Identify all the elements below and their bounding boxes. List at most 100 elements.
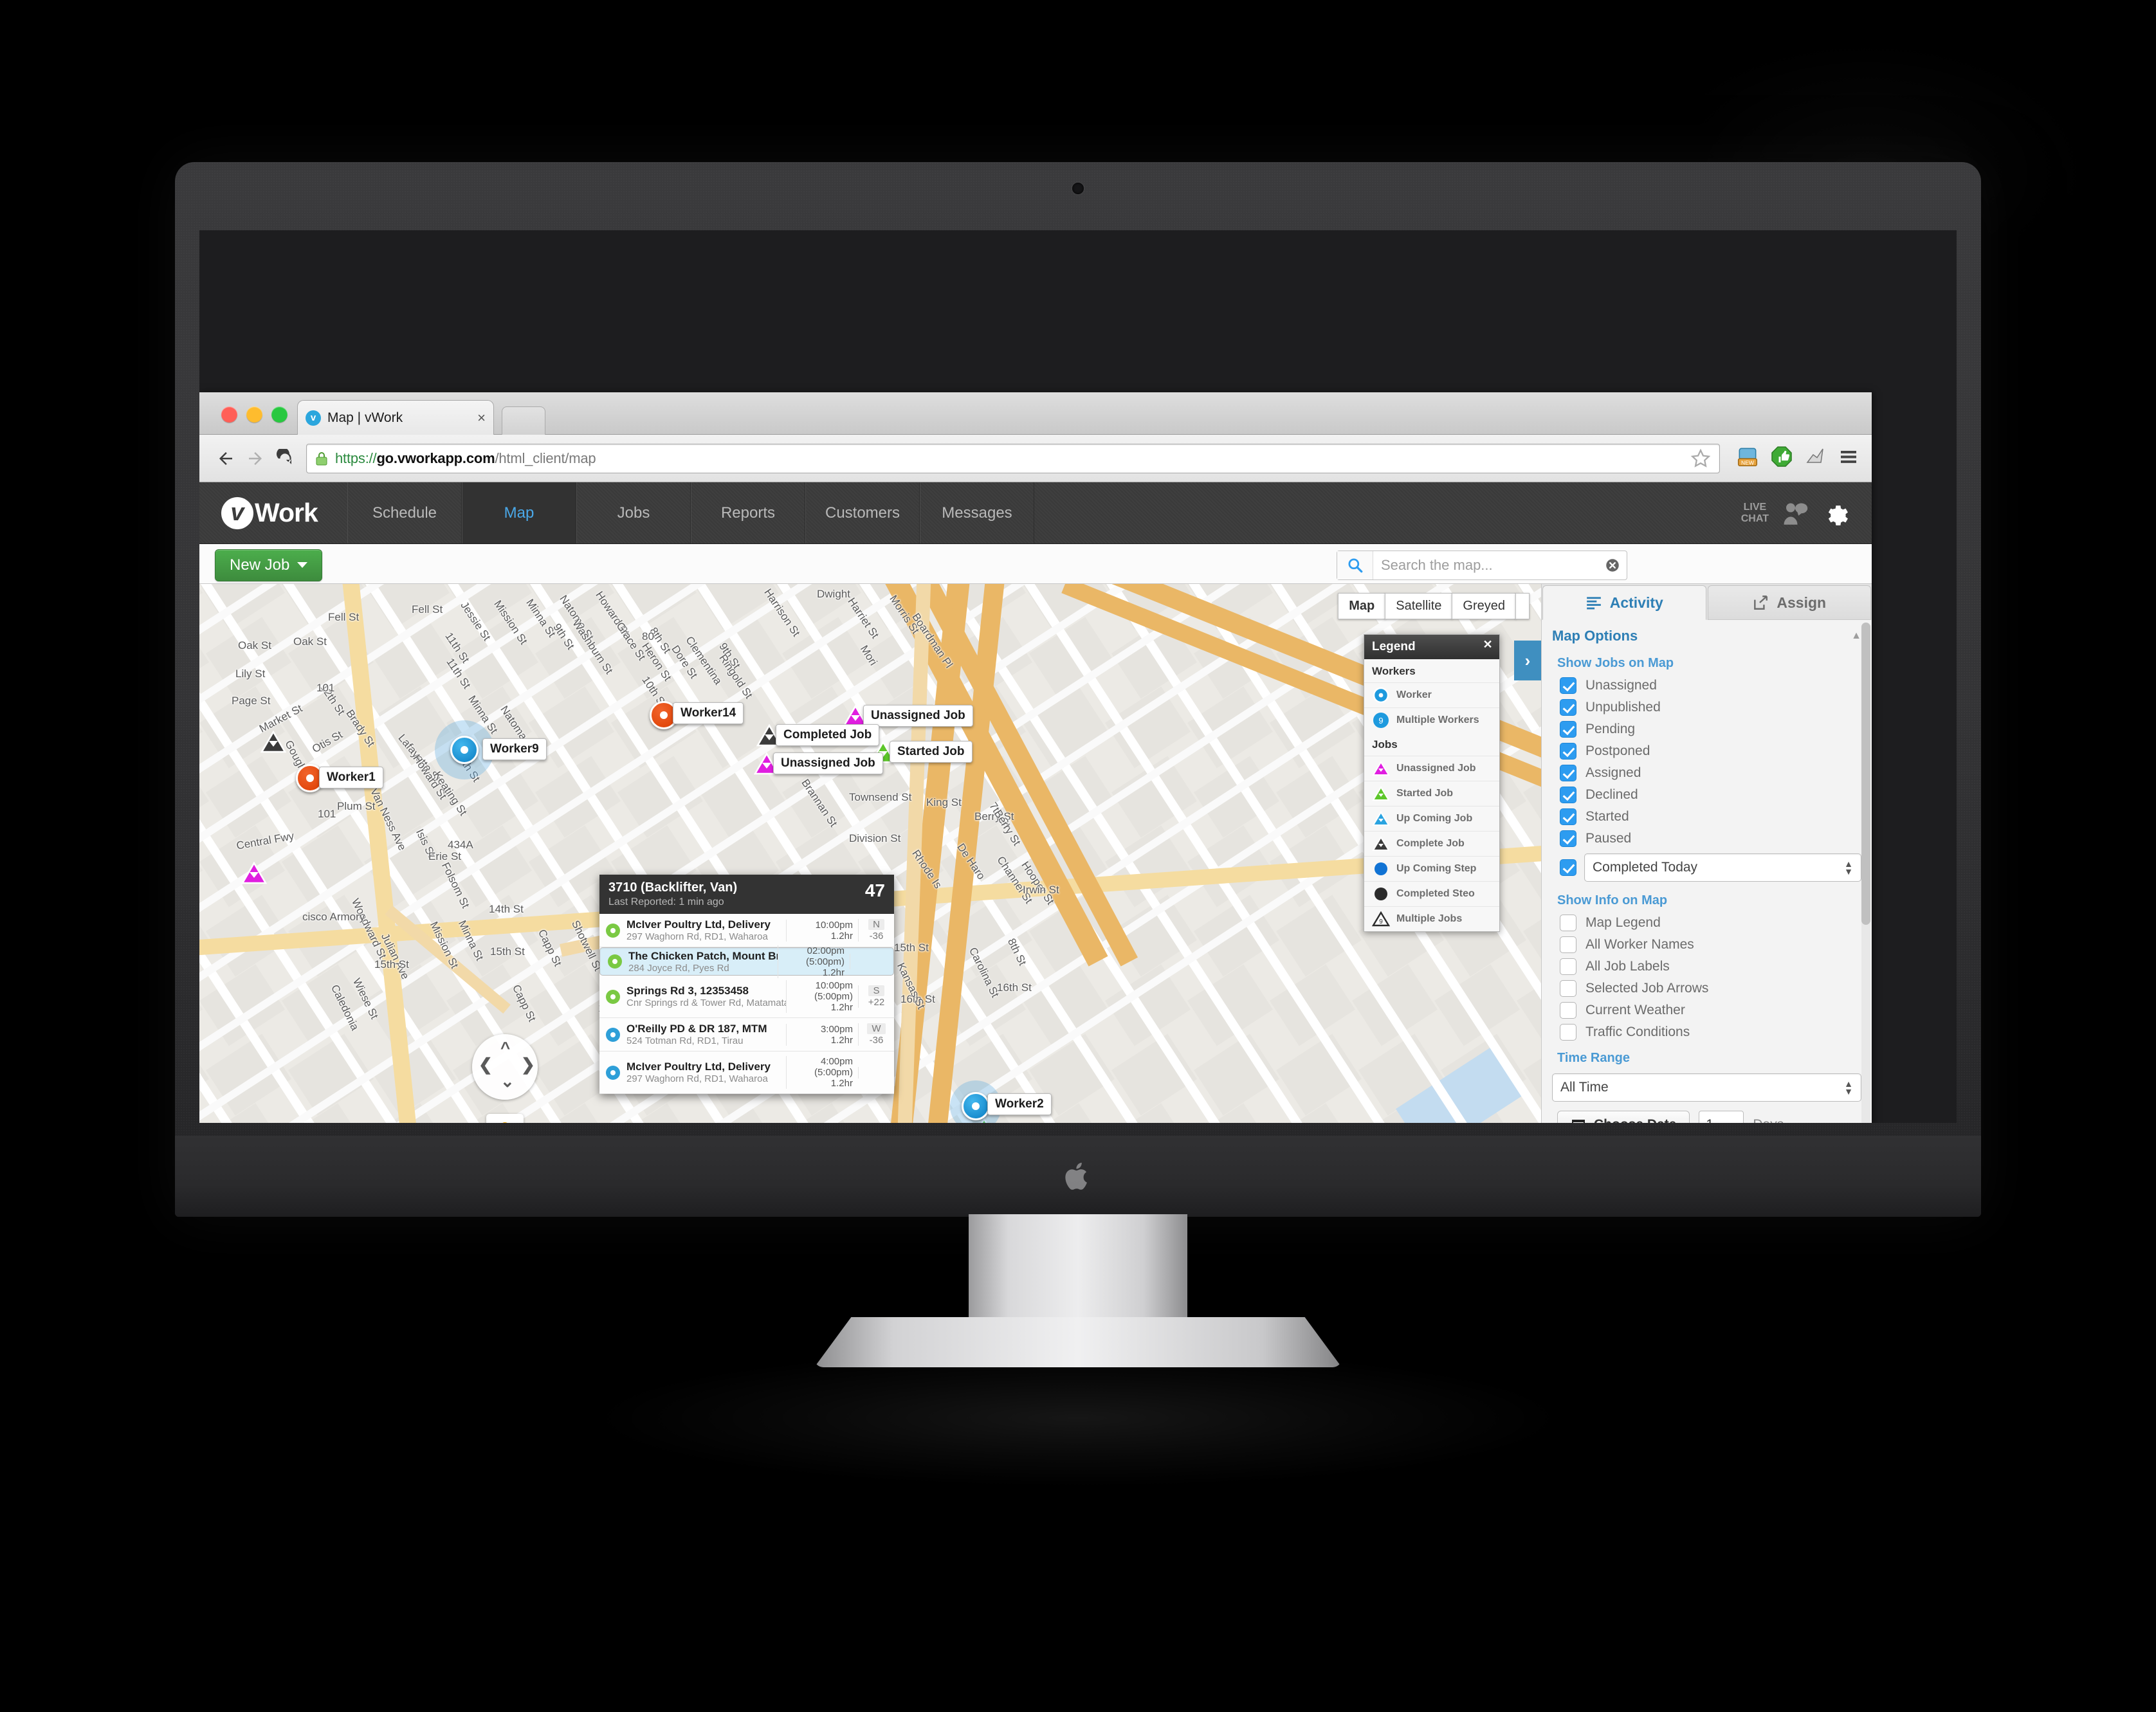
nav-item-map[interactable]: Map bbox=[462, 482, 576, 543]
vwork-logo[interactable]: v Work bbox=[199, 482, 347, 543]
legend-label: Multiple Workers bbox=[1396, 715, 1479, 725]
show-jobs-check-assigned[interactable]: Assigned bbox=[1542, 762, 1872, 784]
close-icon[interactable]: ✕ bbox=[1481, 637, 1495, 651]
map-search[interactable] bbox=[1337, 551, 1627, 580]
show-jobs-check-declined[interactable]: Declined bbox=[1542, 784, 1872, 806]
nav-item-reports[interactable]: Reports bbox=[691, 482, 805, 543]
popup-job-row[interactable]: McIver Poultry Ltd, Delivery 297 Waghorn … bbox=[599, 914, 894, 947]
popup-job-row[interactable]: O'Reilly PD & DR 187, MTM 524 Totman Rd, … bbox=[599, 1018, 894, 1052]
chat-bubble-icon[interactable] bbox=[1782, 501, 1809, 525]
gear-icon[interactable] bbox=[1822, 500, 1849, 527]
hamburger-menu-icon[interactable] bbox=[1837, 445, 1860, 471]
checkbox[interactable] bbox=[1560, 721, 1576, 738]
address-bar[interactable]: https://go.vworkapp.com/html_client/map bbox=[306, 443, 1720, 473]
checkbox[interactable] bbox=[1560, 915, 1576, 931]
map-type-map[interactable]: Map bbox=[1338, 593, 1386, 619]
popup-job-time: 02:00pm (5:00pm) 1.2hr bbox=[778, 945, 850, 978]
show-info-check-current-weather[interactable]: Current Weather bbox=[1542, 999, 1872, 1021]
nav-item-jobs[interactable]: Jobs bbox=[576, 482, 691, 543]
checkbox[interactable] bbox=[1560, 1024, 1576, 1041]
popup-job-row[interactable]: McIver Poultry Ltd, Delivery 297 Waghorn … bbox=[599, 1052, 894, 1094]
new-tab-button[interactable] bbox=[502, 406, 545, 435]
time-range-select[interactable]: All Time ▲ ▼ bbox=[1552, 1073, 1861, 1102]
map-type-more[interactable]: S bbox=[1515, 593, 1530, 619]
map-pan-control[interactable]: ^ ❮ ❯ ⌄ bbox=[472, 1034, 538, 1100]
show-info-check-map-legend[interactable]: Map Legend bbox=[1542, 912, 1872, 934]
show-jobs-check-paused[interactable]: Paused bbox=[1542, 828, 1872, 850]
checkbox[interactable] bbox=[1560, 830, 1576, 847]
checkbox[interactable] bbox=[1560, 1002, 1576, 1019]
puzzle-extension-icon[interactable] bbox=[1804, 445, 1827, 471]
pan-left-icon[interactable]: ❮ bbox=[479, 1055, 493, 1075]
nav-item-schedule[interactable]: Schedule bbox=[347, 482, 462, 543]
show-jobs-check-pending[interactable]: Pending bbox=[1542, 718, 1872, 740]
reload-icon[interactable] bbox=[270, 444, 300, 473]
map-type-satellite[interactable]: Satellite bbox=[1385, 593, 1453, 619]
show-info-check-selected-job-arrows[interactable]: Selected Job Arrows bbox=[1542, 978, 1872, 999]
checkbox[interactable] bbox=[1560, 699, 1576, 716]
nav-item-customers[interactable]: Customers bbox=[805, 482, 920, 543]
tab-activity[interactable]: Activity bbox=[1542, 585, 1706, 620]
checkbox[interactable] bbox=[1560, 677, 1576, 694]
show-jobs-check-unpublished[interactable]: Unpublished bbox=[1542, 697, 1872, 718]
window-traffic-lights[interactable] bbox=[221, 406, 288, 423]
expand-panel-button[interactable]: › bbox=[1514, 641, 1541, 680]
tab-assign[interactable]: Assign bbox=[1707, 585, 1871, 620]
checkbox[interactable] bbox=[1560, 808, 1576, 825]
search-icon[interactable] bbox=[1337, 551, 1373, 579]
show-info-check-traffic-conditions[interactable]: Traffic Conditions bbox=[1542, 1021, 1872, 1043]
bookmark-star-icon[interactable] bbox=[1690, 448, 1712, 469]
checkbox[interactable] bbox=[1560, 958, 1576, 975]
show-jobs-check-postponed[interactable]: Postponed bbox=[1542, 740, 1872, 762]
map-options-header[interactable]: Map Options ▲ bbox=[1542, 620, 1872, 648]
popup-job-main: McIver Poultry Ltd, Delivery 297 Waghorn … bbox=[626, 1061, 786, 1084]
map-pane[interactable]: Fell St Fell St Jessie St Mission St Minna S… bbox=[199, 584, 1541, 1123]
time-range-row[interactable]: All Time ▲ ▼ bbox=[1542, 1070, 1872, 1106]
browser-extensions[interactable]: NEW bbox=[1735, 444, 1860, 472]
popup-job-row[interactable]: The Chicken Patch, Mount Breed-284 Joyce… bbox=[599, 945, 894, 978]
completed-today-row[interactable]: Completed Today ▲ ▼ bbox=[1542, 850, 1872, 886]
browser-tab[interactable]: v Map | vWork × bbox=[297, 400, 494, 435]
zoom-window-button[interactable] bbox=[271, 406, 288, 423]
sidebar-scrollbar-thumb[interactable] bbox=[1861, 623, 1870, 925]
pan-down-icon[interactable]: ⌄ bbox=[500, 1071, 515, 1091]
show-info-check-all-worker-names[interactable]: All Worker Names bbox=[1542, 934, 1872, 956]
tab-close-icon[interactable]: × bbox=[477, 410, 486, 425]
checkbox[interactable] bbox=[1560, 743, 1576, 760]
adblock-thumb-icon[interactable] bbox=[1770, 445, 1793, 471]
legend-row-upcoming-job: Up Coming Job bbox=[1364, 806, 1499, 831]
map-type-greyed[interactable]: Greyed bbox=[1452, 593, 1516, 619]
minimize-window-button[interactable] bbox=[246, 406, 262, 423]
live-chat-label[interactable]: LIVE CHAT bbox=[1741, 502, 1769, 525]
completed-today-checkbox[interactable] bbox=[1560, 859, 1576, 876]
back-arrow-icon[interactable] bbox=[211, 444, 241, 473]
checkbox[interactable] bbox=[1560, 787, 1576, 803]
completed-today-select[interactable]: Completed Today ▲ ▼ bbox=[1584, 853, 1861, 882]
browser-toolbar: https://go.vworkapp.com/html_client/map … bbox=[199, 435, 1872, 482]
show-jobs-check-started[interactable]: Started bbox=[1542, 806, 1872, 828]
search-input[interactable] bbox=[1373, 557, 1598, 574]
chevron-up-icon[interactable]: ▲ bbox=[1851, 630, 1861, 642]
choose-date-button[interactable]: Choose Date bbox=[1557, 1111, 1690, 1123]
map-type-selector[interactable]: Map Satellite Greyed S bbox=[1338, 593, 1530, 619]
nav-item-messages[interactable]: Messages bbox=[920, 482, 1034, 543]
pan-up-icon[interactable]: ^ bbox=[500, 1038, 510, 1058]
street-view-pegman-icon[interactable] bbox=[486, 1114, 524, 1123]
checkbox[interactable] bbox=[1560, 980, 1576, 997]
popup-job-row[interactable]: Springs Rd 3, 12353458 Cnr Springs rd & T… bbox=[599, 976, 894, 1018]
job-status-dot-icon bbox=[606, 989, 620, 1004]
new-job-button[interactable]: New Job bbox=[215, 549, 323, 581]
checkbox[interactable] bbox=[1560, 936, 1576, 953]
new-extension-icon[interactable]: NEW bbox=[1735, 444, 1760, 472]
forward-arrow-icon[interactable] bbox=[241, 444, 270, 473]
show-info-check-all-job-labels[interactable]: All Job Labels bbox=[1542, 956, 1872, 978]
clear-search-icon[interactable] bbox=[1598, 557, 1627, 574]
checkbox[interactable] bbox=[1560, 765, 1576, 781]
pan-right-icon[interactable]: ❯ bbox=[521, 1055, 535, 1075]
show-jobs-check-unassigned[interactable]: Unassigned bbox=[1542, 675, 1872, 697]
days-input[interactable] bbox=[1699, 1111, 1744, 1123]
sidebar-tabs[interactable]: Activity Assign bbox=[1542, 584, 1872, 620]
sidebar-scroll-area[interactable]: Map Options ▲ Show Jobs on Map Unassigne… bbox=[1542, 620, 1872, 1123]
sidebar-scrollbar[interactable] bbox=[1861, 623, 1870, 1123]
close-window-button[interactable] bbox=[221, 406, 237, 423]
